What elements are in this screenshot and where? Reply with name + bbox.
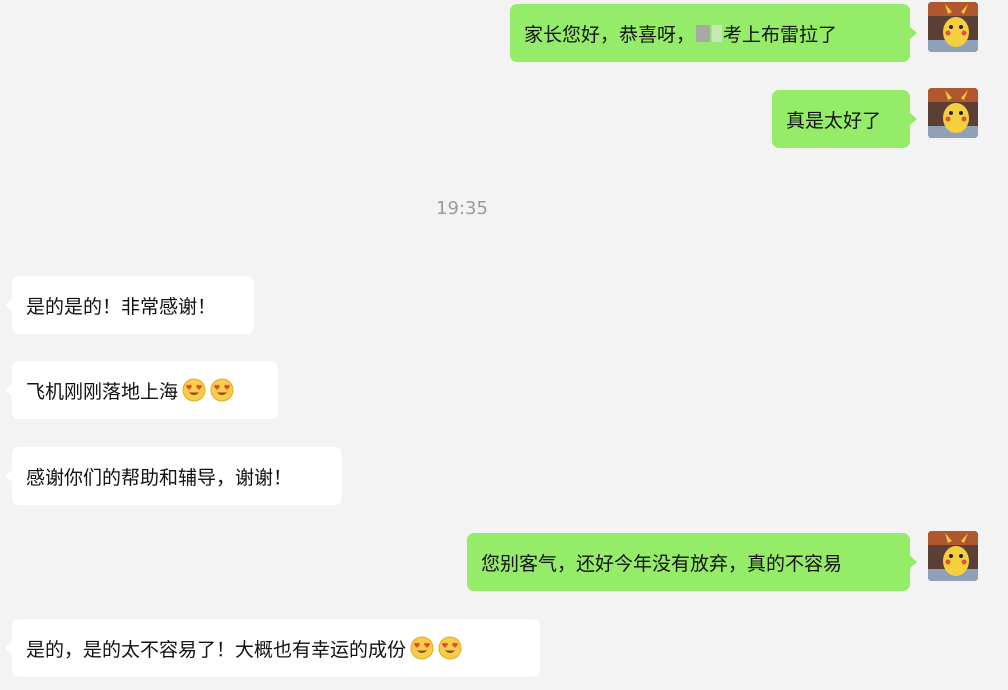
heart-eyes-emoji-icon bbox=[410, 636, 434, 660]
avatar[interactable] bbox=[928, 531, 978, 581]
message-bubble-received[interactable]: 是的，是的太不容易了！大概也有幸运的成份 bbox=[5, 619, 540, 677]
pikachu-avatar-icon bbox=[928, 531, 978, 581]
message-text: 是的是的！非常感谢！ bbox=[26, 295, 217, 318]
message-text: 考上布雷拉了 bbox=[723, 23, 838, 46]
message-text: 家长您好，恭喜呀， bbox=[524, 23, 696, 46]
heart-eyes-emoji-icon bbox=[438, 636, 462, 660]
message-bubble-received[interactable]: 感谢你们的帮助和辅导，谢谢！ bbox=[5, 447, 342, 505]
pikachu-avatar-icon bbox=[928, 2, 978, 52]
heart-eyes-emoji-icon bbox=[182, 378, 206, 402]
chat-window: 家长您好，恭喜呀， 考上布雷拉了 真是太好了 19:35 是的是的！非常感谢！ … bbox=[0, 0, 1008, 690]
redacted-text bbox=[696, 24, 711, 42]
avatar[interactable] bbox=[928, 2, 978, 52]
redacted-text bbox=[712, 24, 723, 42]
heart-eyes-emoji-icon bbox=[210, 378, 234, 402]
message-text: 真是太好了 bbox=[786, 109, 882, 132]
pikachu-avatar-icon bbox=[928, 88, 978, 138]
message-bubble-received[interactable]: 是的是的！非常感谢！ bbox=[5, 276, 254, 334]
message-bubble-received[interactable]: 飞机刚刚落地上海 bbox=[5, 361, 278, 419]
message-bubble-sent[interactable]: 您别客气，还好今年没有放弃，真的不容易 bbox=[467, 533, 917, 591]
message-text: 是的，是的太不容易了！大概也有幸运的成份 bbox=[26, 638, 407, 661]
message-text: 飞机刚刚落地上海 bbox=[26, 380, 179, 403]
message-text: 感谢你们的帮助和辅导，谢谢！ bbox=[26, 466, 293, 489]
message-bubble-sent[interactable]: 家长您好，恭喜呀， 考上布雷拉了 bbox=[510, 4, 917, 62]
message-text: 您别客气，还好今年没有放弃，真的不容易 bbox=[481, 552, 843, 575]
avatar[interactable] bbox=[928, 88, 978, 138]
timestamp: 19:35 bbox=[436, 198, 488, 219]
message-bubble-sent[interactable]: 真是太好了 bbox=[772, 90, 917, 148]
